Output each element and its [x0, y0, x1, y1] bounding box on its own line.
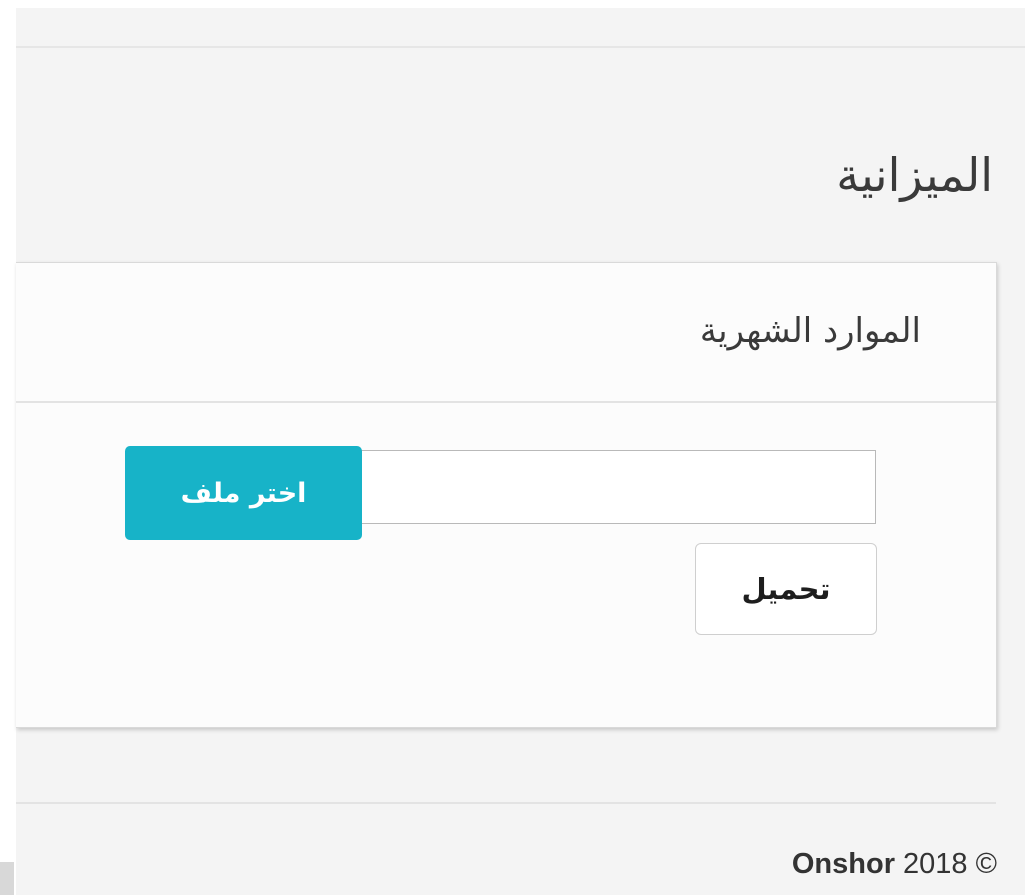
footer-copyright: Onshor 2018 © [792, 844, 997, 884]
top-edge-strip [16, 0, 1025, 8]
bottom-left-shade [0, 862, 14, 895]
footer-divider [16, 802, 996, 804]
upload-button[interactable]: تحميل [695, 543, 877, 635]
footer-brand: Onshor [791, 848, 895, 880]
panel-header: الموارد الشهرية [16, 263, 996, 403]
copyright-icon: © [975, 848, 997, 880]
page-title: الميزانية [836, 148, 993, 202]
footer-year: 2018 [903, 848, 968, 880]
header-divider [16, 46, 1025, 48]
monthly-resources-panel: الموارد الشهرية اختر ملف تحميل [16, 262, 997, 728]
left-edge-strip [0, 0, 16, 895]
choose-file-button[interactable]: اختر ملف [125, 446, 362, 540]
panel-title: الموارد الشهرية [699, 311, 921, 351]
file-name-input[interactable] [360, 450, 876, 524]
